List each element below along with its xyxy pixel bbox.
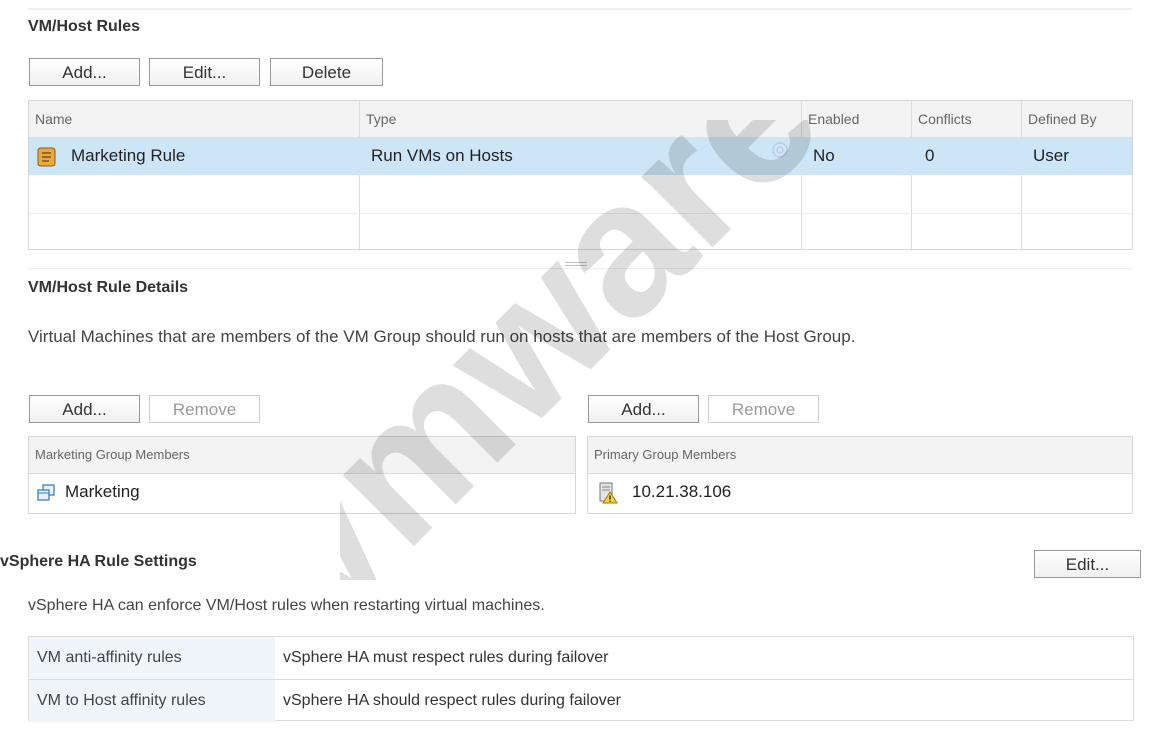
host-group-member-name: 10.21.38.106: [632, 482, 732, 501]
rule-details-description: Virtual Machines that are members of the…: [28, 327, 856, 346]
rule-scroll-icon: [37, 146, 57, 168]
ha-description: vSphere HA can enforce VM/Host rules whe…: [28, 597, 545, 614]
column-header-enabled[interactable]: Enabled: [802, 101, 911, 137]
rules-edit-button[interactable]: Edit...: [149, 58, 260, 86]
pane-splitter-handle[interactable]: [565, 262, 587, 266]
column-header-name[interactable]: Name: [29, 101, 359, 137]
rules-add-button[interactable]: Add...: [29, 58, 140, 86]
ha-settings-table: VM anti-affinity rules vSphere HA must r…: [28, 636, 1134, 722]
rule-type: Run VMs on Hosts: [371, 146, 513, 165]
top-divider: [28, 8, 1132, 10]
table-row: VM anti-affinity rules vSphere HA must r…: [29, 637, 1133, 679]
rule-name: Marketing Rule: [71, 146, 186, 165]
row-divider: [29, 213, 1132, 214]
vm-group-icon: [37, 484, 55, 502]
host-group-header: Primary Group Members: [594, 447, 737, 462]
vm-group-add-button[interactable]: Add...: [29, 395, 140, 423]
ha-setting-value: vSphere HA must respect rules during fai…: [283, 649, 609, 666]
ha-setting-label: VM to Host affinity rules: [29, 680, 275, 722]
rule-details-title: VM/Host Rule Details: [28, 279, 189, 296]
ha-setting-label: VM anti-affinity rules: [29, 637, 275, 679]
host-group-remove-button[interactable]: Remove: [708, 395, 819, 423]
vm-group-members-list: Marketing Group Members Marketing: [28, 436, 576, 514]
host-group-members-list: Primary Group Members 10.21.38.106: [587, 436, 1133, 514]
vm-group-remove-button[interactable]: Remove: [149, 395, 260, 423]
list-item[interactable]: Marketing: [29, 473, 575, 511]
ha-setting-value: vSphere HA should respect rules during f…: [283, 692, 621, 709]
table-row[interactable]: Marketing Rule Run VMs on Hosts No 0 Use…: [29, 137, 1132, 175]
vm-group-member-name: Marketing: [65, 482, 140, 501]
rule-conflicts: 0: [925, 146, 935, 165]
vm-group-header: Marketing Group Members: [35, 447, 190, 462]
section-divider: [28, 268, 1132, 269]
ha-rule-settings-title: vSphere HA Rule Settings: [0, 553, 197, 570]
ha-edit-button[interactable]: Edit...: [1034, 550, 1141, 578]
rule-defined-by: User: [1033, 146, 1069, 165]
rule-enabled: No: [813, 146, 835, 165]
table-row: VM to Host affinity rules vSphere HA sho…: [29, 680, 1133, 722]
column-header-defined-by[interactable]: Defined By: [1022, 101, 1132, 137]
host-warning-icon: [598, 482, 618, 504]
column-header-conflicts[interactable]: Conflicts: [912, 101, 1021, 137]
list-item[interactable]: 10.21.38.106: [588, 473, 1132, 511]
vm-host-rules-title: VM/Host Rules: [28, 18, 141, 35]
host-group-add-button[interactable]: Add...: [588, 395, 699, 423]
rules-table: Name Type Enabled Conflicts Defined By M…: [28, 100, 1133, 250]
column-header-type[interactable]: Type: [360, 101, 801, 137]
linked-icon: [771, 141, 789, 159]
rules-delete-button[interactable]: Delete: [270, 58, 383, 86]
